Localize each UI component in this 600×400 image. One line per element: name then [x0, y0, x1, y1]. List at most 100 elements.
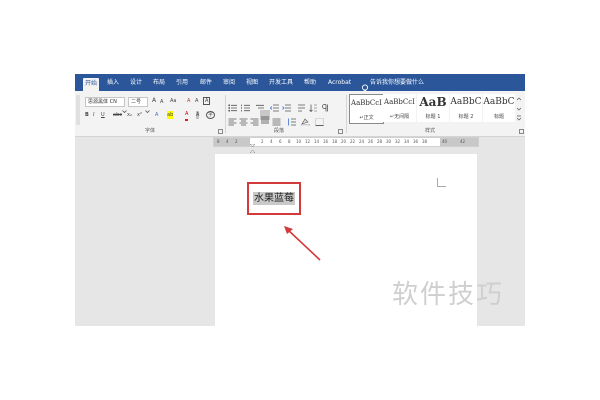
justify-icon[interactable]	[260, 110, 270, 124]
align-right-icon[interactable]	[250, 111, 259, 126]
font-name-value: 思源黑体 CN	[88, 99, 117, 105]
ruler-tick: 4	[226, 139, 229, 144]
distributed-icon[interactable]	[272, 111, 281, 126]
ruler-tick: 30	[386, 139, 392, 144]
ruler-tick: 10	[296, 139, 302, 144]
clear-format-button[interactable]: A	[187, 97, 190, 105]
tab-mailings[interactable]: 邮件	[200, 77, 212, 89]
chinese-layout-icon[interactable]	[297, 97, 306, 112]
chevron-down-icon[interactable]	[122, 99, 127, 114]
align-center-icon[interactable]	[239, 111, 248, 126]
decrease-indent-icon[interactable]	[269, 97, 279, 112]
style-name: 标题 2	[458, 114, 474, 120]
ruler-tick: 22	[350, 139, 356, 144]
numbering-icon[interactable]	[241, 97, 251, 112]
shading-icon[interactable]	[300, 111, 311, 127]
styles-group-label: 样式	[425, 128, 436, 134]
phonetic-guide-button[interactable]: A	[195, 97, 198, 105]
lightbulb-icon	[361, 78, 369, 93]
font-size-value: 二号	[131, 99, 142, 105]
styles-dialog-launcher-icon[interactable]	[519, 129, 524, 134]
style-no-spacing[interactable]: AaBbCcI ↵无间隔	[383, 94, 416, 122]
style-name: 标题 1	[425, 114, 441, 120]
superscript-button[interactable]: x²	[137, 111, 142, 119]
style-name: ↵无间隔	[389, 114, 410, 120]
tab-acrobat[interactable]: Acrobat	[328, 77, 351, 89]
strikethrough-button[interactable]: abc	[113, 111, 122, 119]
annotation-highlight-box	[247, 182, 301, 215]
style-name: ↵正文	[359, 115, 374, 121]
enclose-characters-button[interactable]: 字	[206, 111, 216, 119]
style-name: 标题	[493, 114, 504, 120]
ruler-tick: 16	[323, 139, 329, 144]
group-divider	[346, 95, 347, 133]
style-heading-2[interactable]: AaBbC 标题 2	[450, 94, 482, 122]
styles-scroll-icon[interactable]	[516, 95, 522, 123]
group-divider	[225, 95, 226, 133]
ruler-tick: 38	[422, 139, 428, 144]
grow-font-button[interactable]: A	[152, 97, 156, 105]
ruler-tick: 20	[341, 139, 347, 144]
underline-button[interactable]: U	[101, 111, 105, 119]
multilevel-list-icon[interactable]	[255, 97, 265, 112]
style-title[interactable]: AaBbC 标题	[483, 94, 515, 122]
style-normal[interactable]: AaBbCcI ↵正文	[349, 94, 384, 124]
ruler-tick: 12	[305, 139, 311, 144]
font-color-button[interactable]: A	[185, 111, 189, 121]
change-case-button[interactable]: Aa	[170, 97, 176, 105]
tell-me-search[interactable]: 告诉我你想要做什么	[370, 77, 424, 89]
horizontal-ruler[interactable]: 8 4 2 2 4 6 8 10 12 14 16 18 20 22 24 26…	[213, 137, 479, 154]
ruler-tick: 24	[359, 139, 365, 144]
bold-button[interactable]: B	[85, 111, 89, 119]
font-dialog-launcher-icon[interactable]	[218, 129, 223, 134]
ruler-tick: 6	[279, 139, 282, 144]
ruler-tick: 14	[314, 139, 320, 144]
borders-icon[interactable]	[315, 111, 324, 126]
style-heading-1[interactable]: AaB 标题 1	[417, 94, 449, 122]
tab-references[interactable]: 引用	[176, 77, 188, 89]
tab-insert[interactable]: 插入	[107, 77, 119, 89]
ribbon-tab-bar: 开始 插入 设计 布局 引用 邮件 审阅 视图 开发工具 帮助 Acrobat …	[75, 74, 525, 93]
character-shading-button[interactable]: A	[196, 111, 200, 119]
line-spacing-icon[interactable]	[287, 111, 296, 126]
tab-review[interactable]: 审阅	[223, 77, 235, 89]
highlight-button[interactable]: ab	[167, 111, 174, 119]
clipboard-group-edge	[76, 95, 80, 125]
align-left-icon[interactable]	[228, 111, 237, 126]
style-sample: AaBbCcI	[384, 98, 415, 106]
ruler-tick: 36	[413, 139, 419, 144]
ribbon: 思源黑体 CN 二号 A A Aa A A A B I U abc x₂ x² …	[75, 91, 525, 137]
ruler-tick: 2	[261, 139, 264, 144]
ruler-tick: 8	[288, 139, 291, 144]
tab-layout[interactable]: 布局	[153, 77, 165, 89]
tab-design[interactable]: 设计	[130, 77, 142, 89]
ruler-tick: 42	[460, 139, 466, 144]
ruler-tick: 26	[368, 139, 374, 144]
paragraph-group-label: 段落	[274, 128, 285, 134]
chevron-down-icon[interactable]	[145, 99, 150, 114]
ruler-tick: 4	[270, 139, 273, 144]
paragraph-dialog-launcher-icon[interactable]	[338, 129, 343, 134]
increase-indent-icon[interactable]	[282, 97, 291, 112]
tab-home[interactable]: 开始	[83, 78, 100, 91]
character-border-button[interactable]: A	[203, 97, 211, 105]
show-marks-icon[interactable]	[321, 97, 329, 112]
subscript-button[interactable]: x₂	[127, 111, 132, 119]
ruler-tick: 32	[395, 139, 401, 144]
margin-corner-mark	[437, 178, 446, 187]
sort-icon[interactable]	[309, 97, 318, 113]
ruler-tick: 18	[332, 139, 338, 144]
tab-developer[interactable]: 开发工具	[269, 77, 293, 89]
tab-help[interactable]: 帮助	[304, 77, 316, 89]
text-effects-button[interactable]: A	[155, 111, 158, 119]
ruler-tick: 8	[217, 139, 220, 144]
bullets-icon[interactable]	[228, 97, 238, 112]
italic-button[interactable]: I	[93, 111, 94, 119]
style-sample: AaBbC	[450, 97, 482, 107]
shrink-font-button[interactable]: A	[160, 98, 163, 106]
tab-view[interactable]: 视图	[246, 77, 258, 89]
indent-marker-icon[interactable]	[249, 138, 256, 154]
style-sample: AaB	[419, 95, 447, 109]
font-name-select[interactable]: 思源黑体 CN	[85, 97, 125, 107]
ruler-tick: 2	[235, 139, 238, 144]
